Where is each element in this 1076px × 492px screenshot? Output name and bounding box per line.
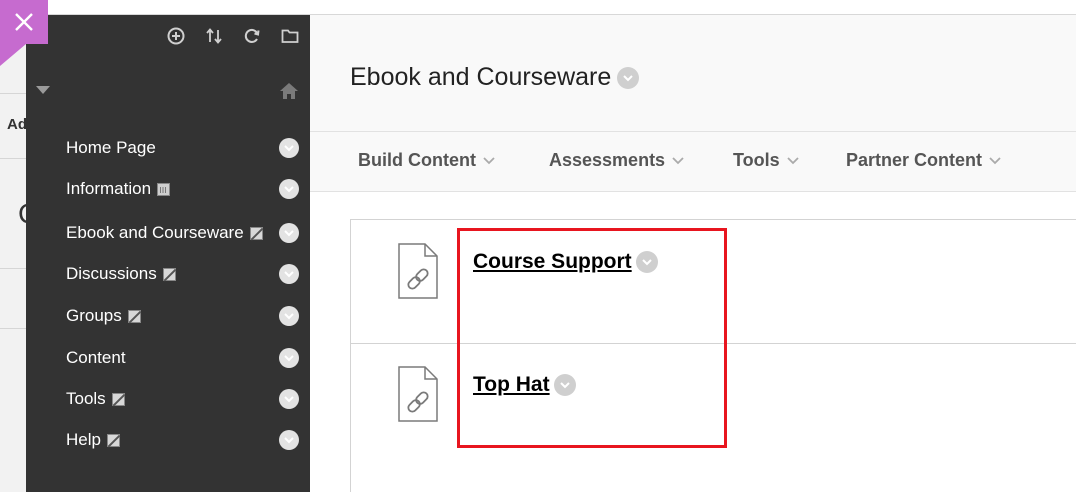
chevron-down-icon[interactable] bbox=[279, 430, 299, 450]
sidebar-item-label: Discussions bbox=[66, 264, 157, 283]
sidebar-item-help[interactable]: Help bbox=[26, 425, 310, 455]
folder-icon bbox=[281, 29, 299, 43]
close-button-corner bbox=[0, 44, 26, 66]
page-title-text: Ebook and Courseware bbox=[350, 63, 612, 91]
chevron-down-icon[interactable] bbox=[279, 138, 299, 158]
action-label: Assessments bbox=[549, 150, 666, 170]
hidden-from-students-icon bbox=[162, 267, 176, 281]
refresh-icon bbox=[244, 28, 260, 43]
sidebar-item-label: Ebook and Courseware bbox=[66, 223, 244, 242]
sidebar-item-label: Help bbox=[66, 430, 101, 449]
web-link-icon bbox=[398, 366, 438, 422]
background-divider bbox=[0, 268, 26, 269]
chevron-down-icon bbox=[989, 156, 1001, 164]
hidden-from-students-icon bbox=[127, 309, 141, 323]
close-icon bbox=[15, 13, 33, 31]
chevron-down-icon[interactable] bbox=[279, 306, 299, 326]
chevron-down-icon bbox=[483, 156, 495, 164]
content-item-course-support[interactable]: Course Support bbox=[473, 250, 658, 274]
course-menu-sidebar: Home Page Information Ebook and Coursewa… bbox=[26, 15, 310, 492]
assessments-menu[interactable]: Assessments bbox=[549, 150, 684, 171]
refresh-menu-button[interactable] bbox=[240, 25, 264, 47]
action-label: Build Content bbox=[358, 150, 476, 170]
background-divider bbox=[0, 93, 26, 94]
sidebar-item-discussions[interactable]: Discussions bbox=[26, 259, 310, 289]
action-label: Partner Content bbox=[846, 150, 983, 170]
background-text-fragment: Ad bbox=[7, 116, 27, 133]
sidebar-item-ebook-and-courseware[interactable]: Ebook and Courseware bbox=[26, 218, 310, 248]
divider bbox=[310, 191, 1076, 192]
chevron-down-icon[interactable] bbox=[279, 264, 299, 284]
web-link-icon bbox=[398, 243, 438, 299]
content-list: Course Support Top Hat bbox=[350, 219, 1076, 492]
tools-menu[interactable]: Tools bbox=[733, 150, 799, 171]
item-options-chevron-icon[interactable] bbox=[635, 251, 658, 273]
sidebar-item-label: Tools bbox=[66, 389, 106, 408]
content-item-title[interactable]: Course Support bbox=[473, 250, 632, 274]
hidden-from-students-icon bbox=[249, 226, 263, 240]
course-home-button[interactable] bbox=[278, 81, 300, 106]
sidebar-item-label: Home Page bbox=[66, 138, 156, 157]
course-menu-toolbar bbox=[164, 25, 302, 47]
background-divider bbox=[0, 158, 26, 159]
hidden-from-students-icon bbox=[111, 392, 125, 406]
page-header: Ebook and Courseware bbox=[310, 15, 1076, 131]
sidebar-item-tools[interactable]: Tools bbox=[26, 384, 310, 414]
background-divider bbox=[0, 328, 26, 329]
sort-arrows-icon bbox=[206, 28, 222, 44]
sidebar-item-label: Groups bbox=[66, 306, 122, 325]
add-menu-item-button[interactable] bbox=[164, 25, 188, 47]
sidebar-item-label: Content bbox=[66, 348, 126, 367]
main-content-area: Ebook and Courseware Build Content Asses… bbox=[310, 15, 1076, 492]
build-content-menu[interactable]: Build Content bbox=[358, 150, 495, 171]
calendar-icon bbox=[157, 182, 171, 196]
chevron-down-icon[interactable] bbox=[279, 348, 299, 368]
sidebar-item-home-page[interactable]: Home Page bbox=[26, 133, 310, 163]
chevron-down-icon[interactable] bbox=[279, 223, 299, 243]
sidebar-item-groups[interactable]: Groups bbox=[26, 301, 310, 331]
item-options-chevron-icon[interactable] bbox=[553, 374, 576, 396]
row-divider bbox=[351, 343, 1076, 344]
content-item-title[interactable]: Top Hat bbox=[473, 373, 550, 397]
content-item-top-hat[interactable]: Top Hat bbox=[473, 373, 576, 397]
background-page-strip: Ad C bbox=[0, 0, 38, 492]
sidebar-item-information[interactable]: Information bbox=[26, 174, 310, 204]
hidden-from-students-icon bbox=[106, 433, 120, 447]
close-button[interactable] bbox=[0, 0, 48, 44]
chevron-down-icon[interactable] bbox=[279, 389, 299, 409]
action-bar: Build Content Assessments Tools Partner … bbox=[310, 132, 1076, 191]
sidebar-item-label: Information bbox=[66, 179, 152, 198]
home-icon bbox=[280, 83, 298, 99]
title-options-chevron-icon[interactable] bbox=[617, 66, 640, 89]
partner-content-menu[interactable]: Partner Content bbox=[846, 150, 1001, 171]
sidebar-item-content[interactable]: Content bbox=[26, 343, 310, 373]
folder-view-button[interactable] bbox=[278, 25, 302, 47]
chevron-down-icon[interactable] bbox=[279, 179, 299, 199]
collapse-menu-arrow[interactable] bbox=[36, 86, 50, 94]
page-title: Ebook and Courseware bbox=[350, 63, 640, 92]
chevron-down-icon bbox=[672, 156, 684, 164]
action-label: Tools bbox=[733, 150, 780, 170]
add-circle-icon bbox=[167, 27, 185, 45]
chevron-down-icon bbox=[787, 156, 799, 164]
reorder-menu-button[interactable] bbox=[202, 25, 226, 47]
